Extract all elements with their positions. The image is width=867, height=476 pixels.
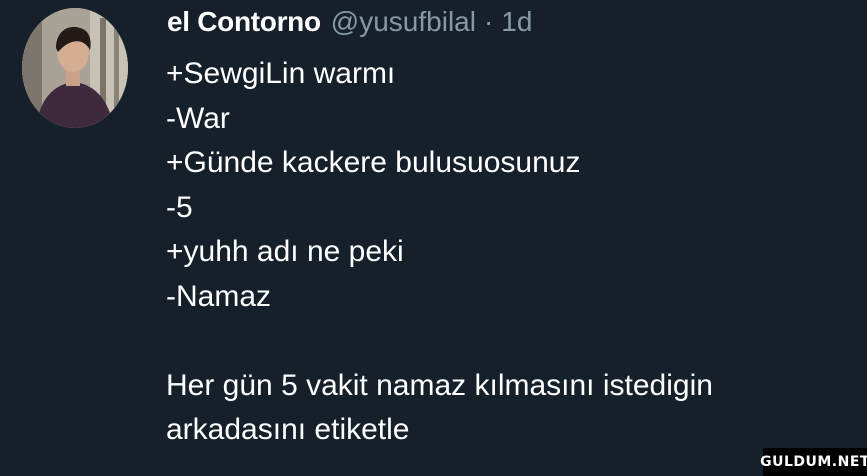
tweet-text: +SewgiLin warmı -War +Günde kackere bulu…: [166, 52, 846, 453]
display-name[interactable]: el Contorno: [167, 6, 321, 38]
tweet-line: -War: [166, 101, 230, 135]
separator-dot: ·: [483, 6, 494, 37]
user-handle[interactable]: @yusufbilal: [331, 6, 476, 38]
tweet[interactable]: el Contorno @yusufbilal · 1d +SewgiLin w…: [0, 0, 867, 476]
tweet-line: arkadasını etiketle: [166, 413, 410, 446]
tweet-line: -Namaz: [166, 279, 272, 313]
timestamp[interactable]: 1d: [501, 6, 532, 38]
tweet-line: -5: [166, 190, 193, 224]
tweet-line: +yuhh adı ne peki: [166, 235, 404, 268]
watermark: GULDUM.NET: [760, 448, 867, 476]
avatar[interactable]: [22, 8, 128, 128]
tweet-line: Her gün 5 vakit namaz kılmasını istedigi…: [166, 368, 713, 402]
tweet-header: el Contorno @yusufbilal · 1d: [167, 6, 532, 46]
tweet-line: +SewgiLin warmı: [166, 57, 396, 90]
tweet-line: +Günde kackere bulusuosunuz: [166, 146, 581, 179]
avatar-photo: [22, 8, 128, 128]
